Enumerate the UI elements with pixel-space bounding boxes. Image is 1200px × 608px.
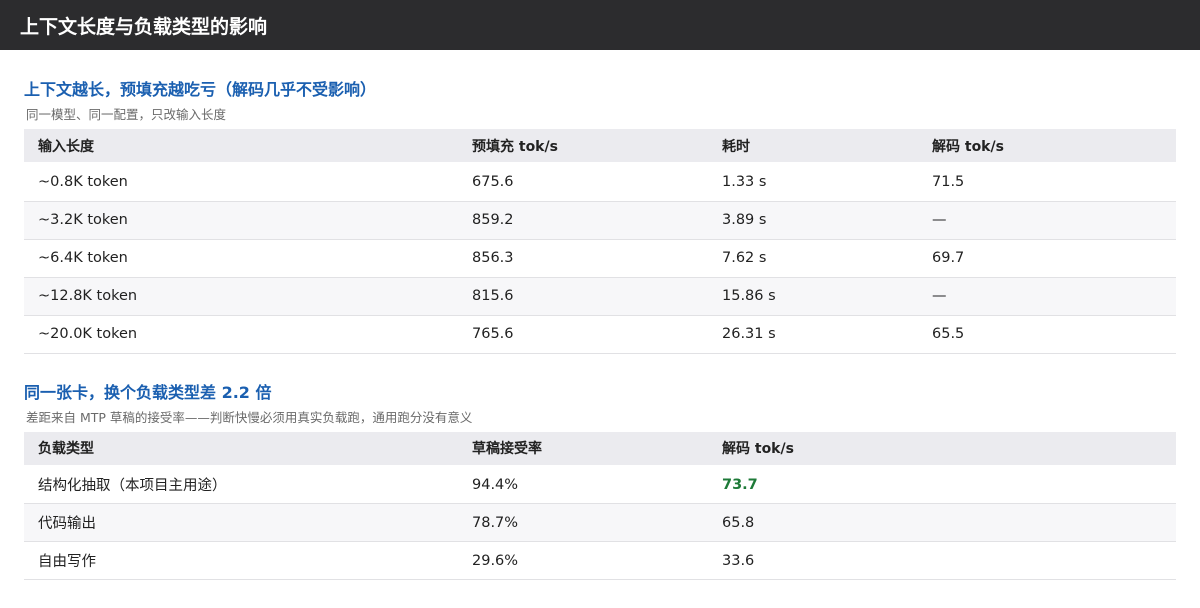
cell-workload-type: 代码输出: [24, 503, 458, 542]
cell-decode-speed: 65.8: [708, 503, 1176, 542]
table-row: ~6.4K token 856.3 7.62 s 69.7: [24, 239, 1176, 278]
cell-duration: 1.33 s: [708, 162, 918, 202]
workload-type-section: 同一张卡，换个负载类型差 2.2 倍 差距来自 MTP 草稿的接受率——判断快慢…: [0, 382, 1200, 580]
cell-input-length: ~0.8K token: [24, 162, 458, 202]
column-header-workload-type: 负载类型: [24, 431, 458, 466]
column-header-decode-speed: 解码 tok/s: [918, 129, 1176, 163]
table-row: 自由写作 29.6% 33.6: [24, 541, 1176, 580]
cell-decode-speed-best: 73.7: [708, 464, 1176, 504]
cell-prefill-speed: 859.2: [458, 201, 708, 240]
workload-type-table: 负载类型 草稿接受率 解码 tok/s 结构化抽取（本项目主用途） 94.4% …: [24, 431, 1176, 580]
table-row: ~3.2K token 859.2 3.89 s —: [24, 201, 1176, 240]
column-header-prefill-speed: 预填充 tok/s: [458, 129, 708, 163]
cell-acceptance-rate: 29.6%: [458, 541, 708, 580]
column-header-input-length: 输入长度: [24, 129, 458, 163]
cell-input-length: ~20.0K token: [24, 315, 458, 354]
cell-workload-type: 自由写作: [24, 541, 458, 580]
table-row: ~0.8K token 675.6 1.33 s 71.5: [24, 162, 1176, 202]
cell-decode-speed: 69.7: [918, 239, 1176, 278]
cell-prefill-speed: 856.3: [458, 239, 708, 278]
cell-decode-speed: 71.5: [918, 162, 1176, 202]
section-subtitle: 同一模型、同一配置，只改输入长度: [26, 107, 227, 122]
cell-decode-speed: 65.5: [918, 315, 1176, 354]
page-header: 上下文长度与负载类型的影响: [0, 0, 1200, 50]
cell-prefill-speed: 765.6: [458, 315, 708, 354]
context-length-table: 输入长度 预填充 tok/s 耗时 解码 tok/s ~0.8K token 6…: [24, 129, 1176, 354]
cell-prefill-speed: 815.6: [458, 277, 708, 316]
cell-acceptance-rate: 78.7%: [458, 503, 708, 542]
cell-duration: 7.62 s: [708, 239, 918, 278]
cell-input-length: ~6.4K token: [24, 239, 458, 278]
table-row: ~12.8K token 815.6 15.86 s —: [24, 277, 1176, 316]
cell-decode-speed: —: [918, 201, 1176, 240]
cell-input-length: ~3.2K token: [24, 201, 458, 240]
cell-decode-speed: —: [918, 277, 1176, 316]
cell-acceptance-rate: 94.4%: [458, 464, 708, 504]
section-title: 上下文越长，预填充越吃亏（解码几乎不受影响）: [24, 80, 377, 99]
table-header-row: 负载类型 草稿接受率 解码 tok/s: [24, 431, 1176, 466]
cell-duration: 3.89 s: [708, 201, 918, 240]
section-subtitle: 差距来自 MTP 草稿的接受率——判断快慢必须用真实负载跑，通用跑分没有意义: [26, 409, 473, 425]
cell-duration: 15.86 s: [708, 277, 918, 316]
cell-workload-type: 结构化抽取（本项目主用途）: [24, 464, 458, 504]
cell-duration: 26.31 s: [708, 315, 918, 354]
table-row: ~20.0K token 765.6 26.31 s 65.5: [24, 315, 1176, 354]
column-header-acceptance-rate: 草稿接受率: [458, 431, 708, 466]
table-row: 代码输出 78.7% 65.8: [24, 503, 1176, 542]
cell-prefill-speed: 675.6: [458, 162, 708, 202]
table-row: 结构化抽取（本项目主用途） 94.4% 73.7: [24, 464, 1176, 504]
cell-decode-speed: 33.6: [708, 541, 1176, 580]
table-header-row: 输入长度 预填充 tok/s 耗时 解码 tok/s: [24, 129, 1176, 163]
cell-input-length: ~12.8K token: [24, 277, 458, 316]
page-title: 上下文长度与负载类型的影响: [20, 15, 268, 38]
section-title: 同一张卡，换个负载类型差 2.2 倍: [24, 382, 272, 402]
column-header-decode-speed: 解码 tok/s: [708, 431, 1176, 466]
context-length-section: 上下文越长，预填充越吃亏（解码几乎不受影响） 同一模型、同一配置，只改输入长度 …: [0, 80, 1200, 354]
column-header-duration: 耗时: [708, 129, 918, 163]
